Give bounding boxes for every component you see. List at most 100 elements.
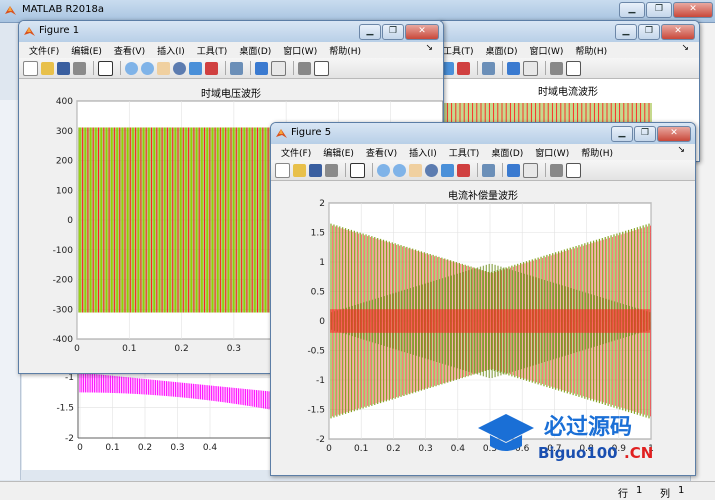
x-tick-label: 0 <box>77 443 83 453</box>
show-plot-tools-icon[interactable] <box>566 60 581 76</box>
toolbar-separator <box>502 163 503 177</box>
rotate-3d-icon[interactable] <box>173 61 186 75</box>
figure1-maximize-button[interactable]: ❐ <box>382 24 404 40</box>
y-tick-label: -200 <box>53 276 74 286</box>
y-tick-label: -2 <box>316 435 325 445</box>
menu-help[interactable]: 帮助(H) <box>569 44 613 57</box>
zoom-in-icon[interactable] <box>125 61 138 75</box>
toolbar-separator <box>545 61 546 75</box>
close-button[interactable]: ✕ <box>673 2 713 18</box>
print-icon[interactable] <box>73 61 86 75</box>
legend-icon[interactable] <box>271 60 286 76</box>
menu-file[interactable]: 文件(F) <box>23 44 65 57</box>
zoom-out-icon[interactable] <box>393 163 406 177</box>
save-icon[interactable] <box>57 61 70 75</box>
menu-window[interactable]: 窗口(W) <box>277 44 323 57</box>
menu-desktop[interactable]: 桌面(D) <box>233 44 277 57</box>
figure5-maximize-button[interactable]: ❐ <box>634 126 656 142</box>
y-tick-label: -1 <box>65 373 74 383</box>
col-value: 1 <box>678 485 685 496</box>
minimize-button[interactable]: ▁ <box>619 2 645 18</box>
matlab-logo-icon <box>5 6 16 15</box>
brush-icon[interactable] <box>205 61 218 75</box>
menu-window[interactable]: 窗口(W) <box>529 146 575 159</box>
figure-current-minimize-button[interactable]: ▁ <box>615 24 637 40</box>
menu-help[interactable]: 帮助(H) <box>575 146 619 159</box>
menu-view[interactable]: 查看(V) <box>360 146 403 159</box>
open-file-icon[interactable] <box>41 61 54 75</box>
hide-plot-tools-icon[interactable] <box>550 61 563 75</box>
menu-insert[interactable]: 插入(I) <box>151 44 191 57</box>
toolbar-separator <box>345 163 346 177</box>
zero-band <box>330 309 650 333</box>
zoom-out-icon[interactable] <box>141 61 154 75</box>
data-cursor-icon[interactable] <box>189 61 202 75</box>
menu-window[interactable]: 窗口(W) <box>523 44 569 57</box>
zoom-in-icon[interactable] <box>377 163 390 177</box>
brush-icon[interactable] <box>457 61 470 75</box>
x-tick-label: 0.2 <box>138 443 152 453</box>
figure1-title: Figure 1 <box>39 25 80 36</box>
colorbar-icon[interactable] <box>507 163 520 177</box>
show-plot-tools-icon[interactable] <box>566 162 581 178</box>
edit-plot-arrow-icon[interactable] <box>98 60 113 76</box>
y-tick-label: 2 <box>319 199 325 209</box>
menu-edit[interactable]: 编辑(E) <box>65 44 108 57</box>
rotate-3d-icon[interactable] <box>425 163 438 177</box>
pan-hand-icon[interactable] <box>409 163 422 177</box>
x-tick-label: 0.4 <box>203 443 218 453</box>
open-file-icon[interactable] <box>293 163 306 177</box>
y-tick-label: -1 <box>316 376 325 386</box>
figure5-close-button[interactable]: ✕ <box>657 126 691 142</box>
figure-current-titlebar: ▁ ❐ ✕ <box>437 21 699 42</box>
brush-icon[interactable] <box>457 163 470 177</box>
data-cursor-icon[interactable] <box>441 163 454 177</box>
figure5-minimize-button[interactable]: ▁ <box>611 126 633 142</box>
y-tick-label: 0.5 <box>311 288 325 298</box>
menu-tools[interactable]: 工具(T) <box>191 44 234 57</box>
menu-desktop[interactable]: 桌面(D) <box>480 44 524 57</box>
link-icon[interactable] <box>482 163 495 177</box>
menu-tools[interactable]: 工具(T) <box>443 146 486 159</box>
menu-arrow: ↘ <box>425 43 433 53</box>
menu-edit[interactable]: 编辑(E) <box>317 146 360 159</box>
maximize-button[interactable]: ❐ <box>646 2 672 18</box>
status-bar: 行 1 列 1 <box>0 481 715 500</box>
figure-current-menubar: 工具(T) 桌面(D) 窗口(W) 帮助(H) ↘ <box>437 42 699 58</box>
colorbar-icon[interactable] <box>255 61 268 75</box>
edit-plot-arrow-icon[interactable] <box>350 162 365 178</box>
link-icon[interactable] <box>230 61 243 75</box>
colorbar-icon[interactable] <box>507 61 520 75</box>
y-tick-label: -400 <box>53 335 74 345</box>
x-tick-label: 0.1 <box>122 344 136 354</box>
new-figure-icon[interactable] <box>275 162 290 178</box>
link-icon[interactable] <box>482 61 495 75</box>
x-tick-label: 0.2 <box>174 344 188 354</box>
menu-insert[interactable]: 插入(I) <box>403 146 443 159</box>
legend-icon[interactable] <box>523 60 538 76</box>
figure1-minimize-button[interactable]: ▁ <box>359 24 381 40</box>
figure1-toolbar <box>19 58 443 79</box>
menu-desktop[interactable]: 桌面(D) <box>485 146 529 159</box>
figure1-close-button[interactable]: ✕ <box>405 24 439 40</box>
toolbar-separator <box>545 163 546 177</box>
figure1-menubar: 文件(F) 编辑(E) 查看(V) 插入(I) 工具(T) 桌面(D) 窗口(W… <box>19 42 443 58</box>
menu-help[interactable]: 帮助(H) <box>323 44 367 57</box>
toolbar-separator <box>293 61 294 75</box>
figure-current-close-button[interactable]: ✕ <box>661 24 695 40</box>
save-icon[interactable] <box>309 163 322 177</box>
hide-plot-tools-icon[interactable] <box>298 61 311 75</box>
toolbar-separator <box>93 61 94 75</box>
legend-icon[interactable] <box>523 162 538 178</box>
pan-hand-icon[interactable] <box>157 61 170 75</box>
figure5-matlab-icon <box>276 129 287 138</box>
figure-current-maximize-button[interactable]: ❐ <box>638 24 660 40</box>
hide-plot-tools-icon[interactable] <box>550 163 563 177</box>
menu-view[interactable]: 查看(V) <box>108 44 151 57</box>
x-tick-label: 0.3 <box>227 344 241 354</box>
print-icon[interactable] <box>325 163 338 177</box>
show-plot-tools-icon[interactable] <box>314 60 329 76</box>
new-figure-icon[interactable] <box>23 60 38 76</box>
watermark-text-site: Biguo100 <box>538 444 618 462</box>
menu-file[interactable]: 文件(F) <box>275 146 317 159</box>
